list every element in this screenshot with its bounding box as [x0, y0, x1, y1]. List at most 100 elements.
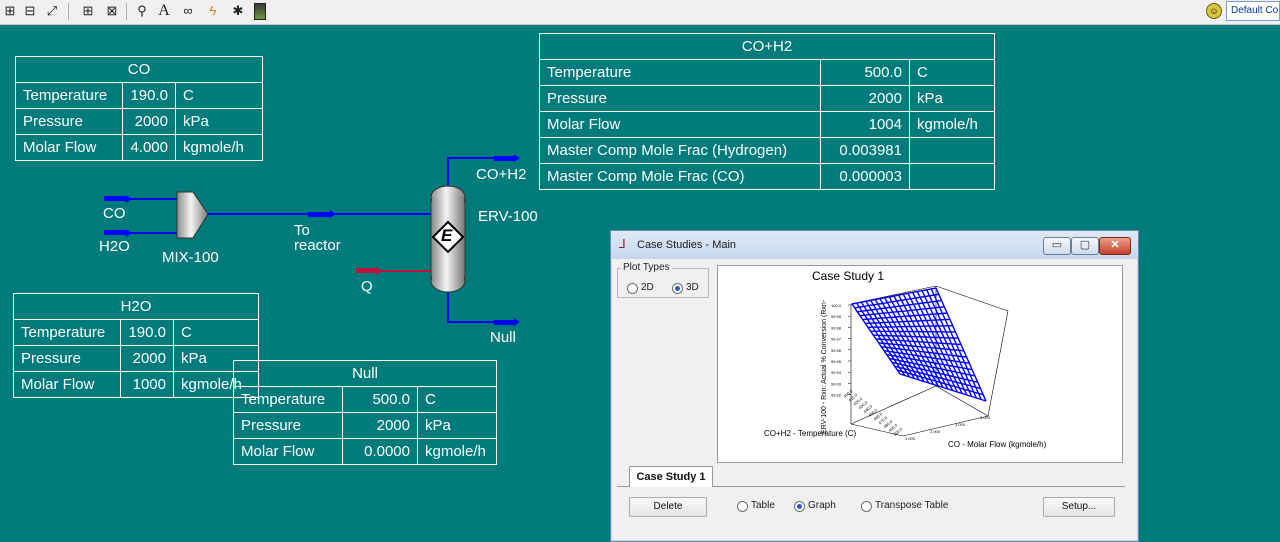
z-tick-label: 99.99	[831, 314, 842, 319]
row-value: 500.0	[820, 59, 910, 86]
radio-2d-label: 2D	[641, 282, 654, 293]
table-row: Master Comp Mole Frac (CO) 0.000003	[539, 163, 995, 190]
z-tick-label: 99.98	[831, 325, 842, 330]
stream-to-reactor-line[interactable]	[208, 210, 432, 218]
row-value: 190.0	[122, 82, 176, 109]
table-row: Molar Flow 1000 kgmole/h	[13, 371, 259, 398]
z-axis-label: ERV-100 - Rxn: Actual % Conversion (Rxn-	[821, 299, 828, 434]
y-tick-label: 1.000	[905, 436, 916, 441]
radio-graph[interactable]	[794, 501, 805, 512]
y-tick-label: 2.000	[930, 429, 941, 434]
case-study-3d-plot[interactable]: 100.0 99.99 99.98 99.97 99.96 99.95 99.94 99.93…	[718, 266, 1122, 462]
row-unit: C	[175, 82, 263, 109]
z-tick-label: 99.94	[831, 370, 842, 375]
row-value: 0.0000	[342, 438, 418, 465]
radio-graph-label: Graph	[808, 500, 836, 511]
row-value: 0.003981	[820, 137, 910, 164]
plot-frame-line	[902, 415, 989, 437]
plot-area[interactable]: 100.0 99.99 99.98 99.97 99.96 99.95 99.94 99.93…	[717, 265, 1123, 463]
row-unit	[909, 137, 995, 164]
stream-co-line[interactable]	[104, 195, 177, 203]
table-row: Temperature 500.0 C	[233, 386, 497, 413]
mixer-unit[interactable]	[176, 191, 209, 239]
table-row: Pressure 2000 kPa	[539, 85, 995, 112]
row-unit: C	[417, 386, 497, 413]
row-label: Master Comp Mole Frac (CO)	[539, 163, 821, 190]
stream-h2o-line[interactable]	[104, 229, 177, 237]
stream-q-label[interactable]: Q	[361, 279, 373, 295]
z-tick-label: 100.0	[831, 303, 842, 308]
row-unit: C	[909, 59, 995, 86]
radio-transpose-table[interactable]	[861, 501, 872, 512]
plot-frame-line	[935, 385, 989, 417]
table-row: Temperature 190.0 C	[13, 319, 259, 346]
radio-transpose-table-label: Transpose Table	[875, 500, 949, 511]
radio-2d[interactable]	[627, 283, 638, 294]
table-title: H2O	[13, 293, 259, 320]
stream-coh2-label[interactable]: CO+H2	[476, 167, 526, 183]
table-row: Master Comp Mole Frac (Hydrogen) 0.00398…	[539, 137, 995, 164]
radio-3d[interactable]	[672, 283, 683, 294]
y-tick-label: 3.000	[955, 422, 966, 427]
z-tick-label: 99.92	[831, 393, 842, 398]
row-value: 2000	[820, 85, 910, 112]
row-unit	[909, 163, 995, 190]
reactor-label[interactable]: ERV-100	[478, 209, 538, 225]
row-label: Molar Flow	[13, 371, 121, 398]
dialog-titlebar[interactable]: ⅃ Case Studies - Main ▭ ▢ ✕	[611, 231, 1138, 259]
row-value: 500.0	[342, 386, 418, 413]
z-tick-label: 99.93	[831, 381, 842, 386]
row-value: 1000	[120, 371, 174, 398]
x-axis-label: CO+H2 - Temperature (C)	[764, 429, 856, 438]
radio-3d-label: 3D	[686, 282, 699, 293]
row-value: 2000	[122, 108, 176, 135]
dialog-title: Case Studies - Main	[637, 239, 737, 251]
tab-case-study-1[interactable]: Case Study 1	[629, 466, 713, 487]
row-value: 2000	[120, 345, 174, 372]
row-label: Temperature	[15, 82, 123, 109]
row-value: 190.0	[120, 319, 174, 346]
row-label: Pressure	[13, 345, 121, 372]
table-row: Temperature 190.0 C	[15, 82, 263, 109]
radio-table[interactable]	[737, 501, 748, 512]
table-title: CO	[15, 56, 263, 83]
row-label: Pressure	[539, 85, 821, 112]
row-unit: C	[173, 319, 259, 346]
stream-co-label[interactable]: CO	[103, 206, 126, 222]
row-label: Master Comp Mole Frac (Hydrogen)	[539, 137, 821, 164]
stream-q-line[interactable]	[356, 267, 432, 275]
stream-h2o-label[interactable]: H2O	[99, 239, 130, 255]
row-unit: kPa	[909, 85, 995, 112]
plot-frame-line	[987, 310, 1009, 417]
z-tick-label: 99.97	[831, 337, 842, 342]
setup-button[interactable]: Setup...	[1043, 497, 1115, 517]
z-tick-label: 99.96	[831, 348, 842, 353]
row-label: Temperature	[13, 319, 121, 346]
radio-table-label: Table	[751, 500, 775, 511]
row-label: Molar Flow	[233, 438, 343, 465]
maximize-button[interactable]: ▢	[1071, 237, 1099, 255]
row-unit: kPa	[175, 108, 263, 135]
y-tick-label: 4.000	[980, 415, 991, 420]
row-label: Pressure	[15, 108, 123, 135]
row-label: Molar Flow	[539, 111, 821, 138]
plot-types-label: Plot Types	[621, 262, 672, 273]
delete-button[interactable]: Delete	[629, 497, 707, 517]
close-button[interactable]: ✕	[1099, 237, 1131, 255]
surface-mesh-line	[899, 373, 987, 402]
stream-null-line[interactable]	[447, 292, 520, 326]
stream-null-label[interactable]: Null	[490, 330, 516, 346]
mixer-label[interactable]: MIX-100	[162, 250, 219, 266]
reactor-glyph: E	[441, 226, 453, 245]
stream-table-null: Null Temperature 500.0 C Pressure 2000 k…	[233, 360, 497, 465]
to-reactor-label-2[interactable]: reactor	[294, 238, 341, 254]
stream-table-coh2: CO+H2 Temperature 500.0 C Pressure 2000 …	[539, 33, 995, 190]
table-row: Pressure 2000 kPa	[13, 345, 259, 372]
row-unit: kgmole/h	[175, 134, 263, 161]
stream-table-h2o: H2O Temperature 190.0 C Pressure 2000 kP…	[13, 293, 259, 398]
row-unit: kPa	[417, 412, 497, 439]
minimize-button[interactable]: ▭	[1043, 237, 1071, 255]
y-axis-label: CO - Molar Flow (kgmole/h)	[948, 440, 1047, 449]
table-title: Null	[233, 360, 497, 387]
row-label: Temperature	[233, 386, 343, 413]
